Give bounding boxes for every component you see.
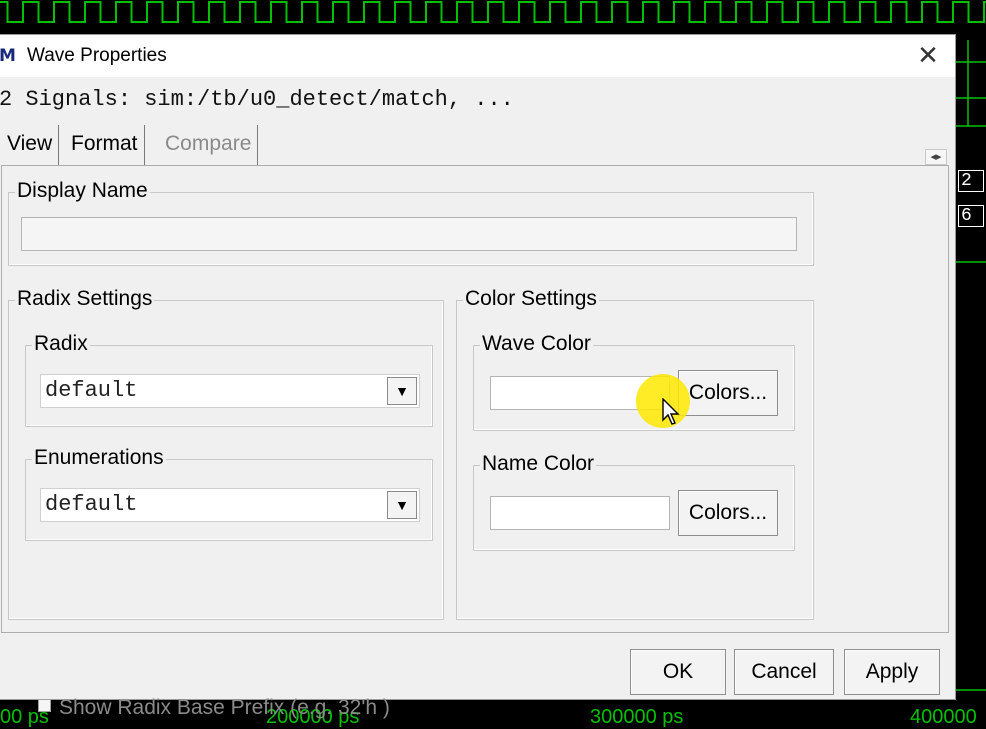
radix-select[interactable]: default ▼	[40, 374, 420, 408]
tab-scroll-arrows-icon[interactable]: ◂▸	[925, 149, 947, 165]
enumerations-value: default	[45, 492, 138, 517]
bus-value: 6	[958, 205, 984, 227]
radix-value: default	[45, 378, 138, 403]
cancel-button[interactable]: Cancel	[734, 649, 834, 695]
name-colors-button[interactable]: Colors...	[678, 490, 778, 536]
tab-format[interactable]: Format	[65, 125, 145, 165]
radix-settings-group: Radix Settings Radix default ▼ Enumerati…	[8, 287, 444, 620]
title-bar[interactable]: M Wave Properties ✕	[0, 35, 955, 77]
chevron-down-icon[interactable]: ▼	[387, 377, 417, 405]
wave-colors-button[interactable]: Colors...	[678, 370, 778, 416]
tab-compare[interactable]: Compare	[159, 125, 259, 165]
clock-waveform	[0, 1, 986, 23]
enumerations-group: Enumerations default ▼	[25, 446, 433, 541]
radix-settings-legend: Radix Settings	[15, 287, 155, 311]
display-name-group: Display Name	[8, 179, 814, 266]
wave-properties-dialog: M Wave Properties ✕ 2 Signals: sim:/tb/u…	[0, 34, 956, 719]
signals-summary: 2 Signals: sim:/tb/u0_detect/match, ...	[0, 87, 514, 112]
name-color-group: Name Color Colors...	[473, 452, 795, 551]
wave-color-legend: Wave Color	[480, 332, 593, 356]
view-tab-panel: Display Name Radix Settings Radix defaul…	[1, 165, 949, 719]
ok-button[interactable]: OK	[630, 649, 726, 695]
signal-lines	[956, 40, 986, 691]
apply-button[interactable]: Apply	[844, 649, 940, 695]
mouse-pointer-icon	[662, 398, 680, 425]
show-radix-prefix-checkbox[interactable]	[38, 699, 51, 712]
show-radix-prefix-label: Show Radix Base Prefix (e.g. 32'h )	[59, 696, 390, 719]
tab-view[interactable]: View	[1, 125, 60, 165]
modelsim-icon: M	[0, 46, 16, 66]
dialog-title: Wave Properties	[27, 45, 167, 66]
name-color-input[interactable]	[490, 496, 670, 530]
clock-trace-path	[0, 1, 986, 23]
close-icon[interactable]: ✕	[911, 39, 945, 73]
radix-group: Radix default ▼	[25, 332, 433, 427]
color-settings-group: Color Settings Wave Color Colors... Name…	[456, 287, 814, 620]
chevron-down-icon[interactable]: ▼	[387, 491, 417, 519]
name-color-legend: Name Color	[480, 452, 597, 476]
radix-legend: Radix	[32, 332, 90, 356]
enumerations-select[interactable]: default ▼	[40, 488, 420, 522]
color-settings-legend: Color Settings	[463, 287, 599, 311]
enumerations-legend: Enumerations	[32, 446, 166, 470]
display-name-input[interactable]	[21, 217, 797, 251]
show-radix-prefix-option[interactable]: Show Radix Base Prefix (e.g. 32'h )	[38, 696, 390, 720]
wave-color-group: Wave Color Colors...	[473, 332, 795, 431]
bus-value: 2	[958, 170, 984, 192]
display-name-legend: Display Name	[15, 179, 150, 203]
